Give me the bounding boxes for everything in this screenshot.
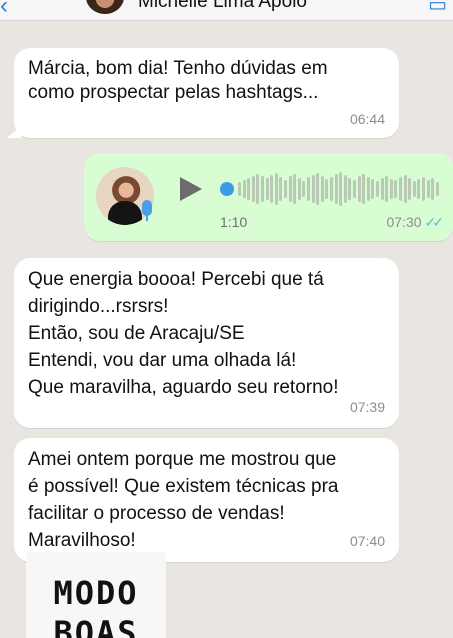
waveform-bar — [334, 174, 338, 204]
video-camera-icon[interactable]: ▭ — [428, 0, 447, 17]
waveform-bar — [256, 174, 260, 204]
contact-avatar[interactable] — [86, 0, 124, 14]
waveform-bar — [297, 178, 301, 200]
waveform-bar — [431, 178, 435, 200]
waveform-bar — [270, 175, 274, 203]
playback-position-dot[interactable] — [220, 182, 234, 196]
waveform-bar — [371, 179, 375, 199]
message-text: Amei ontem porque me mostrou que é possí… — [28, 449, 339, 551]
chat-header: ‹ Michelle Lima Apoio ▭ — [0, 0, 453, 21]
waveform-bar — [366, 177, 370, 201]
audio-waveform[interactable] — [220, 171, 440, 207]
contact-name[interactable]: Michelle Lima Apoio — [138, 0, 307, 13]
message-time: 07:30 ✓✓ — [386, 214, 445, 230]
waveform-bar — [261, 176, 264, 202]
message-time: 06:44 — [349, 111, 385, 127]
waveform-bar — [302, 181, 306, 197]
waveform-bar — [399, 177, 402, 201]
waveform-bar — [385, 176, 389, 202]
waveform-bar — [311, 175, 315, 203]
waveform-bar — [380, 178, 384, 200]
waveform-bar — [389, 179, 393, 199]
waveform-bar — [394, 180, 398, 198]
waveform-bar — [242, 180, 246, 198]
waveform-bar — [320, 176, 324, 202]
chat-area: Márcia, bom dia! Tenho dúvidas em como p… — [0, 20, 453, 638]
waveform-bar — [435, 182, 439, 196]
waveform-bar — [284, 180, 287, 198]
sticker-text-line: BOAS — [53, 614, 139, 638]
waveform-bar — [339, 172, 343, 206]
waveform-bar — [307, 177, 310, 201]
waveform-bar — [403, 175, 407, 203]
waveform-bar — [426, 180, 430, 198]
waveform-bar — [422, 177, 425, 201]
read-receipt-icon: ✓✓ — [424, 214, 445, 230]
waveform-bar — [247, 178, 251, 200]
waveform-bar — [325, 179, 329, 199]
waveform-bar — [348, 178, 352, 200]
waveform-bar — [288, 176, 292, 202]
back-chevron-icon[interactable]: ‹ — [0, 0, 8, 20]
waveform-bar — [353, 180, 356, 198]
sticker-image[interactable]: MODO BOAS — [26, 552, 166, 638]
waveform-bar — [238, 182, 241, 196]
waveform-bar — [408, 178, 412, 200]
message-time: 07:40 — [349, 533, 385, 549]
play-icon[interactable] — [180, 177, 202, 201]
waveform-bar — [362, 174, 366, 204]
sticker-text-line: MODO — [53, 574, 139, 612]
message-bubble[interactable]: Que energia boooa! Percebi que tá dirigi… — [14, 258, 399, 428]
message-bubble[interactable]: Márcia, bom dia! Tenho dúvidas em como p… — [7, 48, 399, 138]
message-text: Márcia, bom dia! Tenho dúvidas em como p… — [28, 58, 328, 103]
waveform-bar — [293, 174, 297, 204]
waveform-bar — [357, 176, 361, 202]
waveform-bar — [265, 178, 269, 200]
waveform-bar — [316, 173, 320, 205]
waveform-bar — [412, 181, 416, 197]
waveform-bar — [274, 173, 278, 205]
waveform-bar — [279, 177, 283, 201]
waveform-bar — [417, 179, 421, 199]
microphone-icon — [142, 200, 152, 221]
voice-duration: 1:10 — [220, 214, 248, 230]
message-time: 07:39 — [349, 399, 385, 415]
waveform-bar — [330, 177, 333, 201]
waveform-bar — [343, 175, 347, 203]
message-bubble[interactable]: Amei ontem porque me mostrou que é possí… — [14, 438, 399, 562]
message-text: Que energia boooa! Percebi que tá dirigi… — [28, 269, 339, 398]
waveform-bar — [376, 181, 379, 197]
waveform-bar — [251, 176, 255, 202]
voice-message-bubble[interactable]: 1:10 07:30 ✓✓ — [84, 153, 453, 241]
